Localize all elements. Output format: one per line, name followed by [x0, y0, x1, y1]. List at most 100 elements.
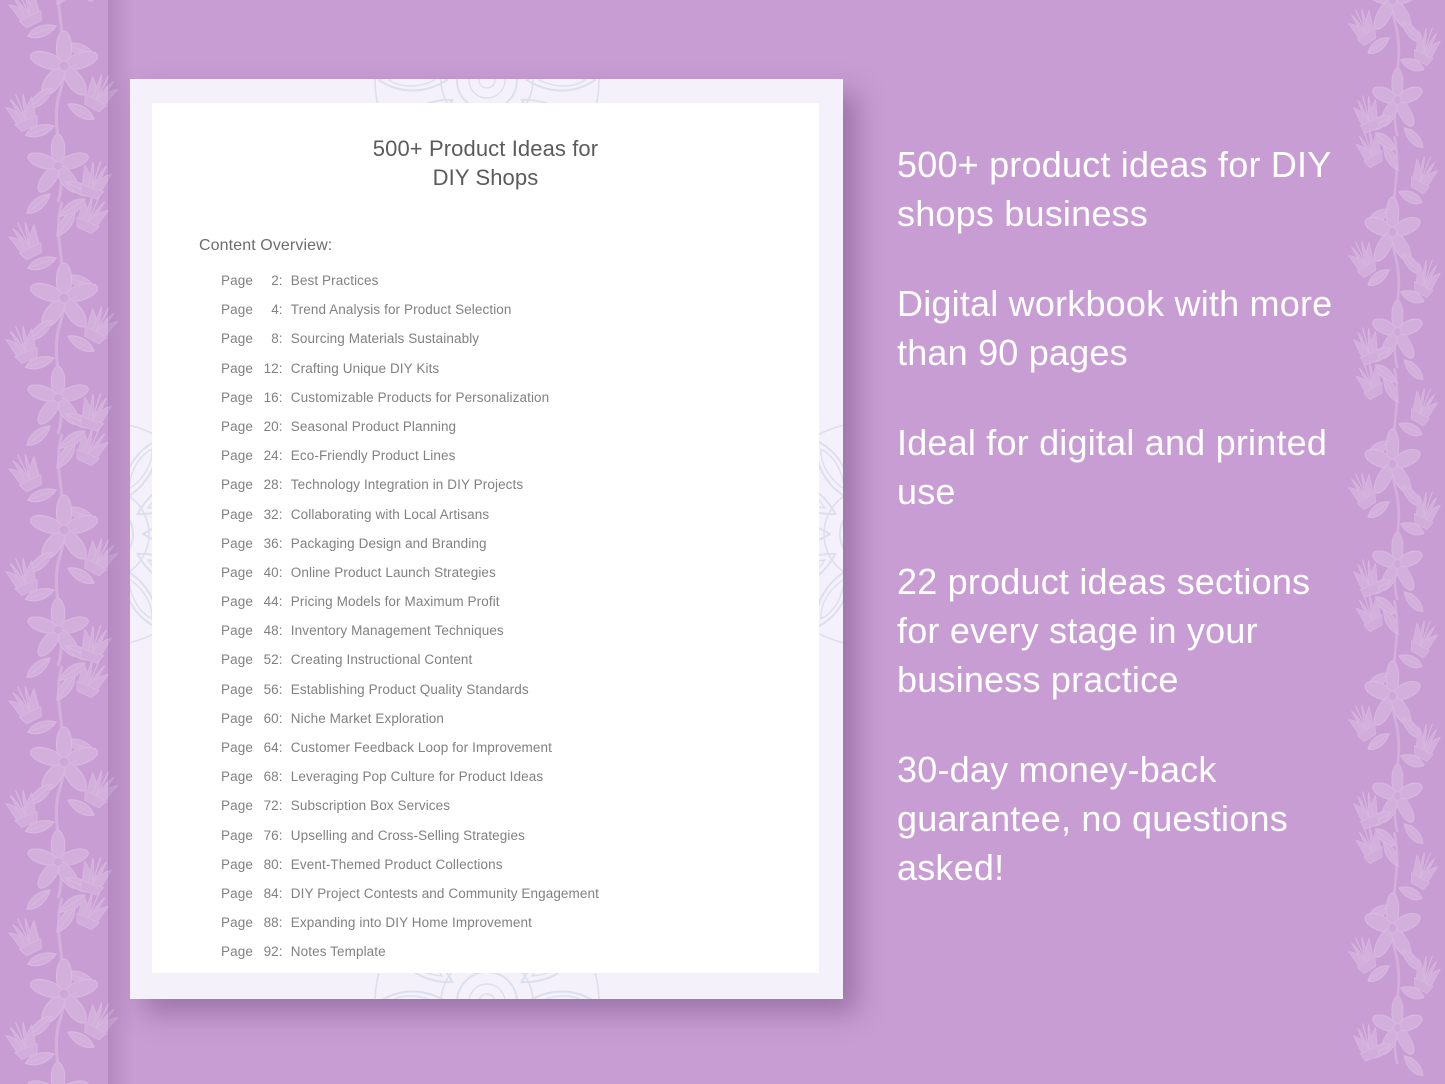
toc-page-label: Page 88:	[221, 915, 291, 930]
toc-colon: :	[278, 769, 283, 785]
toc-page-word: Page	[221, 506, 253, 522]
toc-row: Page 44: Pricing Models for Maximum Profi…	[221, 594, 819, 623]
toc-page-number: 32	[263, 506, 279, 522]
toc-colon: :	[278, 302, 283, 318]
toc-page-label: Page 12:	[221, 361, 291, 376]
toc-page-number: 48	[263, 623, 279, 639]
toc-entry-title: Creating Instructional Content	[290, 652, 473, 668]
toc-page-label: Page 20:	[221, 419, 291, 434]
toc-colon: :	[278, 827, 283, 843]
toc-page-number: 20	[263, 418, 279, 434]
marketing-point: 22 product ideas sections for every stag…	[897, 561, 1311, 700]
toc-page-number: 80	[263, 856, 279, 872]
content-overview-label: Content Overview:	[199, 237, 333, 254]
toc-page-label: Page 52:	[221, 652, 291, 667]
toc-row: Page 24: Eco-Friendly Product Lines	[221, 448, 819, 477]
toc-entry-title: Collaborating with Local Artisans	[290, 506, 490, 522]
toc-row: Page 40: Online Product Launch Strategies	[221, 565, 819, 594]
toc-entry-title: Subscription Box Services	[290, 798, 451, 814]
toc-page-word: Page	[221, 856, 253, 872]
toc-page-word: Page	[221, 273, 253, 288]
toc-entry-title: Expanding into DIY Home Improvement	[290, 915, 532, 931]
toc-colon: :	[278, 710, 283, 726]
toc-row: Page 8: Sourcing Materials Sustainably	[221, 331, 819, 360]
document-title: 500+ Product Ideas for DIY Shops	[372, 136, 599, 190]
toc-colon: :	[278, 418, 283, 434]
toc-entry-title: Event-Themed Product Collections	[290, 856, 503, 872]
toc-page-number: 92	[263, 944, 279, 960]
toc-page-label: Page 4:	[221, 302, 291, 317]
toc-page-number: 24	[263, 448, 279, 464]
toc-row: Page 2: Best Practices	[221, 273, 819, 302]
toc-page-label: Page 80:	[221, 857, 291, 872]
toc-colon: :	[278, 623, 283, 639]
toc-page-number: 36	[263, 535, 279, 551]
toc-page-label: Page 28:	[221, 477, 291, 492]
toc-row: Page 84: DIY Project Contests and Communi…	[221, 886, 819, 915]
toc-row: Page 20: Seasonal Product Planning	[221, 419, 819, 448]
toc-page-number: 8	[271, 331, 279, 347]
toc-page-number: 76	[263, 827, 279, 843]
toc-page-label: Page 44:	[221, 594, 291, 609]
toc-page-label: Page 36:	[221, 536, 291, 551]
toc-page-word: Page	[221, 827, 253, 843]
toc-colon: :	[278, 594, 283, 610]
toc-page-label: Page 56:	[221, 682, 291, 697]
toc-row: Page 56: Establishing Product Quality Sta…	[221, 682, 819, 711]
toc-page-word: Page	[221, 769, 253, 785]
toc-page-label: Page 48:	[221, 623, 291, 638]
toc-row: Page 80: Event-Themed Product Collections	[221, 857, 819, 886]
toc-page-word: Page	[221, 885, 253, 901]
toc-entry-title: Online Product Launch Strategies	[290, 564, 496, 580]
toc-entry-title: Pricing Models for Maximum Profit	[290, 594, 500, 610]
document-page: 500+ Product Ideas for DIY Shops Content…	[152, 103, 819, 973]
toc-page-number: 60	[263, 710, 279, 726]
toc-page-word: Page	[221, 623, 253, 639]
toc-colon: :	[278, 856, 283, 872]
toc-page-word: Page	[221, 477, 253, 493]
toc-page-number: 56	[263, 681, 279, 697]
toc-page-label: Page 68:	[221, 769, 291, 784]
toc-entry-title: Establishing Product Quality Standards	[290, 681, 529, 697]
toc-row: Page 52: Creating Instructional Content	[221, 652, 819, 681]
toc-row: Page 64: Customer Feedback Loop for Impro…	[221, 740, 819, 769]
toc-colon: :	[278, 360, 283, 376]
toc-page-word: Page	[221, 418, 253, 434]
toc-page-label: Page 24:	[221, 448, 291, 463]
toc-colon: :	[278, 506, 283, 522]
toc-page-number: 44	[263, 594, 279, 610]
toc-entry-title: Notes Template	[290, 944, 386, 960]
toc-page-label: Page 60:	[221, 711, 291, 726]
toc-row: Page 36: Packaging Design and Branding	[221, 536, 819, 565]
toc-row: Page 48: Inventory Management Techniques	[221, 623, 819, 652]
toc-row: Page 32: Collaborating with Local Artisan…	[221, 507, 819, 536]
marketing-copy-column: 500+ product ideas for DIY shops busines…	[897, 140, 1357, 892]
toc-page-number: 4	[271, 302, 279, 318]
toc-colon: :	[278, 535, 283, 551]
toc-page-number: 28	[263, 477, 279, 493]
toc-page-label: Page 84:	[221, 886, 291, 901]
document-preview-card: 500+ Product Ideas for DIY Shops Content…	[130, 79, 843, 999]
toc-colon: :	[278, 915, 283, 931]
toc-colon: :	[278, 448, 283, 464]
toc-entry-title: Sourcing Materials Sustainably	[290, 331, 480, 347]
marketing-point: 500+ product ideas for DIY shops busines…	[897, 144, 1331, 234]
toc-row: Page 60: Niche Market Exploration	[221, 711, 819, 740]
toc-entry-title: Crafting Unique DIY Kits	[290, 360, 440, 376]
toc-page-word: Page	[221, 594, 253, 610]
marketing-point: 30-day money-back guarantee, no question…	[897, 749, 1288, 888]
toc-page-label: Page 2:	[221, 273, 291, 288]
toc-page-word: Page	[221, 302, 253, 318]
toc-page-label: Page 72:	[221, 798, 291, 813]
toc-page-number: 64	[263, 740, 279, 755]
toc-entry-title: Trend Analysis for Product Selection	[290, 302, 512, 318]
toc-row: Page 28: Technology Integration in DIY Pr…	[221, 477, 819, 506]
toc-page-label: Page 40:	[221, 565, 291, 580]
toc-row: Page 16: Customizable Products for Person…	[221, 390, 819, 419]
toc-colon: :	[278, 681, 283, 697]
toc-colon: :	[278, 564, 283, 580]
toc-page-word: Page	[221, 740, 253, 755]
toc-page-word: Page	[221, 798, 253, 814]
toc-colon: :	[278, 798, 283, 814]
toc-page-word: Page	[221, 681, 253, 697]
